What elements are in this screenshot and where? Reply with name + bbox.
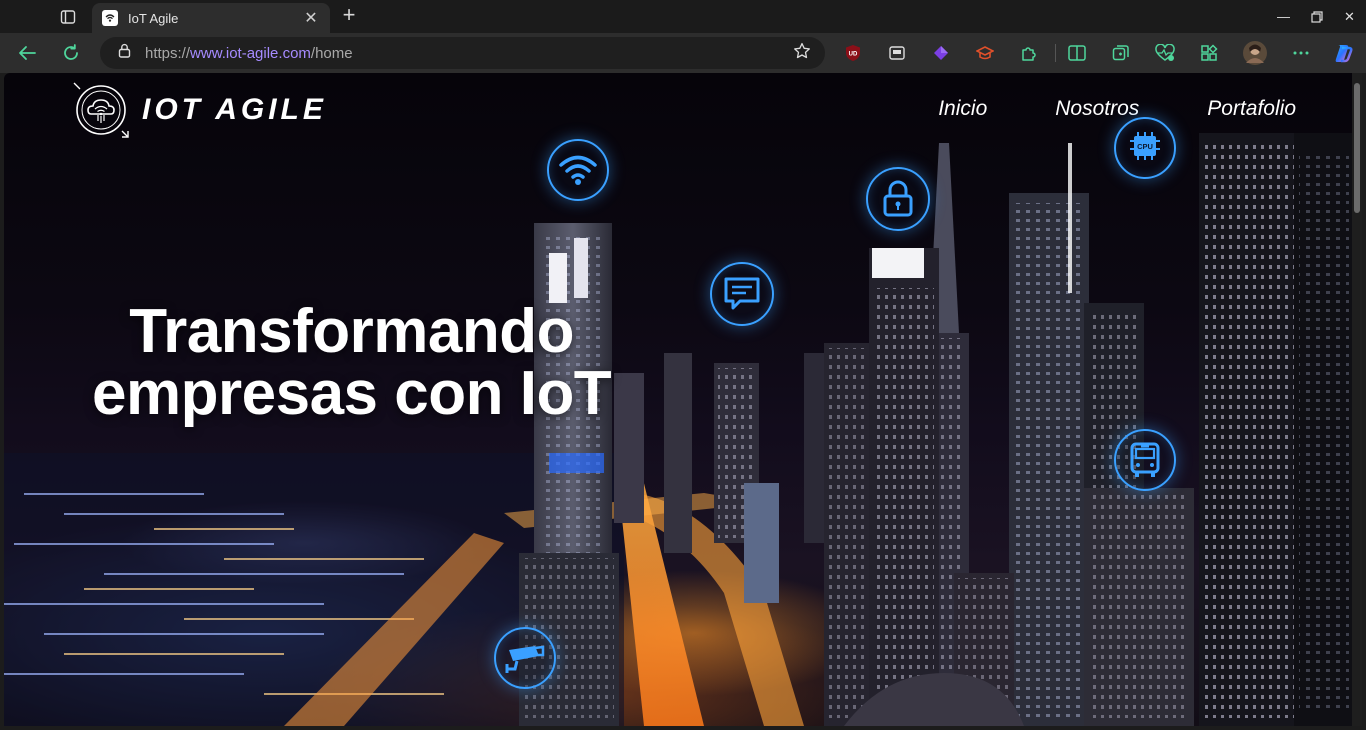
site-logo[interactable]: IOT AGILE (72, 81, 327, 139)
profile-avatar[interactable] (1243, 41, 1267, 65)
cpu-label: CPU (1137, 142, 1153, 151)
message-icon (710, 262, 774, 326)
ublock-icon[interactable]: UD (841, 41, 865, 65)
page-scrollbar[interactable] (1352, 73, 1362, 726)
browser-tab[interactable]: IoT Agile ✕ (92, 3, 330, 33)
nav-link-inicio[interactable]: Inicio (938, 97, 987, 121)
performance-icon[interactable] (1153, 41, 1177, 65)
logo-text: IOT AGILE (142, 93, 327, 126)
tab-title: IoT Agile (128, 10, 179, 26)
favorite-star-icon[interactable] (793, 42, 811, 65)
academic-icon[interactable] (973, 41, 997, 65)
tab-close-icon[interactable]: ✕ (302, 8, 320, 28)
back-icon[interactable] (14, 41, 40, 65)
copilot-icon[interactable] (1331, 41, 1355, 65)
close-icon[interactable]: ✕ (1333, 0, 1366, 33)
reload-icon[interactable] (58, 41, 84, 65)
nav-link-portafolio[interactable]: Portafolio (1207, 97, 1296, 121)
collections-icon[interactable] (1109, 41, 1133, 65)
bus-icon (1114, 429, 1176, 491)
nav-link-nosotros[interactable]: Nosotros (1055, 97, 1139, 121)
hero-heading: Transformando empresas con IoT (92, 297, 612, 428)
svg-text:UD: UD (849, 52, 858, 58)
url-text: https://www.iot-agile.com/home (145, 44, 353, 62)
cpu-icon: CPU (1114, 117, 1176, 179)
main-nav: Inicio Nosotros Portafolio (870, 97, 1296, 121)
window-controls: — ✕ (1267, 0, 1366, 33)
browser-toolbar: https://www.iot-agile.com/home UD (0, 33, 1366, 73)
wifi-icon (547, 139, 609, 201)
split-screen-icon[interactable] (1065, 41, 1089, 65)
apps-icon[interactable] (1197, 41, 1221, 65)
wifi-cloud-icon (102, 10, 118, 26)
cctv-camera-icon (494, 627, 556, 689)
lock-icon (866, 167, 930, 231)
media-icon[interactable] (885, 41, 909, 65)
more-icon[interactable] (1289, 41, 1313, 65)
cloud-wifi-logo-icon (73, 82, 129, 138)
obsidian-icon[interactable] (929, 41, 953, 65)
page-viewport: IOT AGILE Inicio Nosotros Portafolio Tra… (4, 73, 1352, 726)
tab-actions-icon[interactable] (56, 6, 80, 28)
tab-strip: IoT Agile ✕ + — ✕ (0, 0, 1366, 33)
address-bar[interactable]: https://www.iot-agile.com/home (100, 37, 825, 69)
minimize-icon[interactable]: — (1267, 0, 1300, 33)
scrollbar-thumb[interactable] (1354, 83, 1360, 213)
extensions-icon[interactable] (1017, 41, 1041, 65)
new-tab-icon[interactable]: + (338, 4, 360, 27)
restore-icon[interactable] (1300, 0, 1333, 33)
toolbar-divider (1055, 44, 1056, 62)
lock-icon[interactable] (118, 43, 131, 63)
